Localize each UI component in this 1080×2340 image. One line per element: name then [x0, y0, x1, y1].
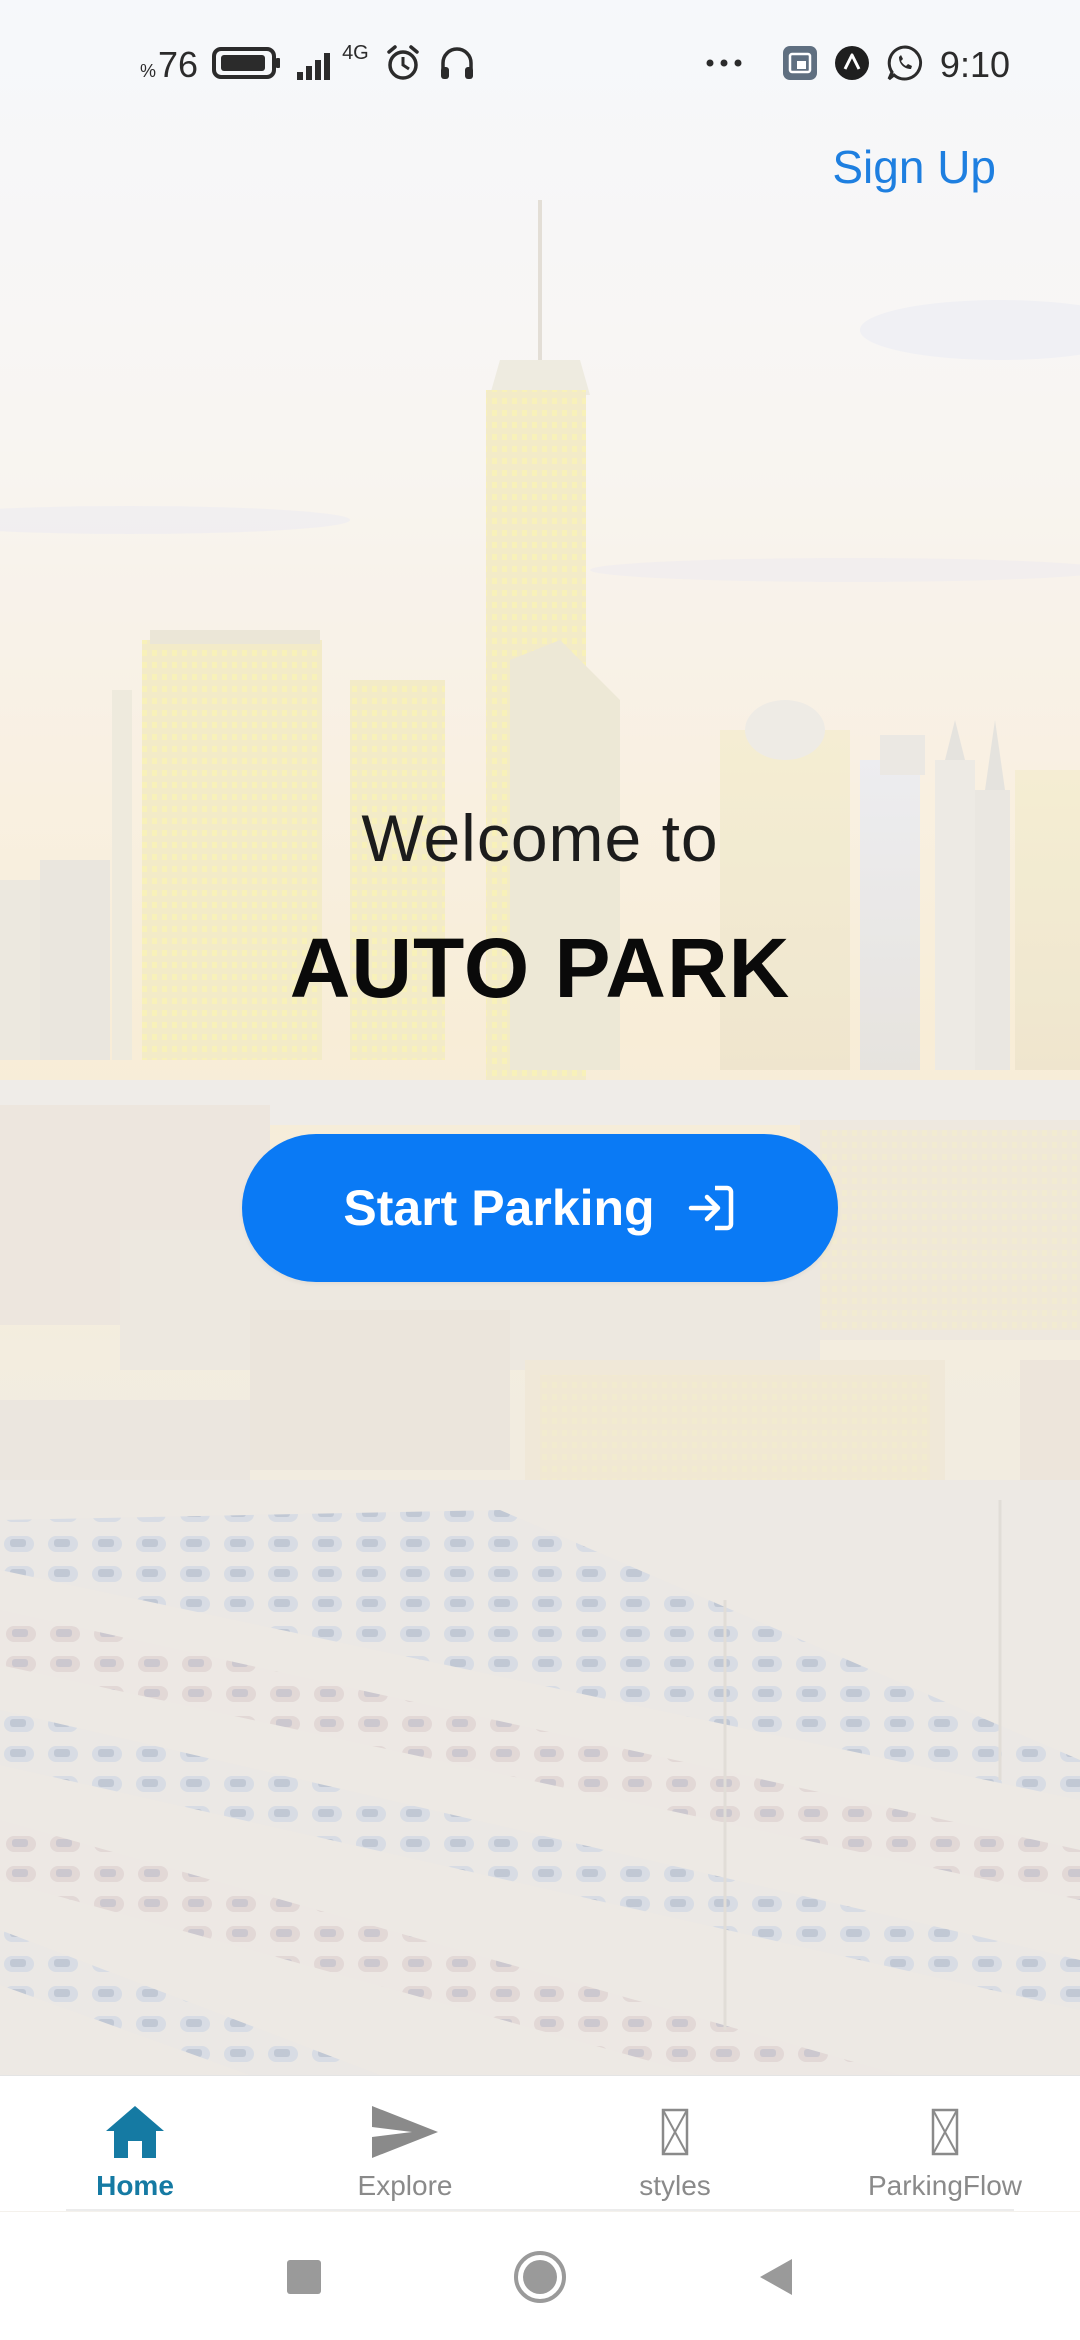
circle-icon	[514, 2251, 566, 2303]
home-nav-button[interactable]	[500, 2242, 580, 2312]
start-parking-button[interactable]: Start Parking	[242, 1134, 838, 1282]
navigation-app-icon	[834, 45, 870, 86]
tab-parkingflow-label: ParkingFlow	[867, 2170, 1023, 2201]
background-overlay	[0, 0, 1080, 2075]
app-screen: %76 4G 9:10 Sign Up Welcome to AUTO PARK…	[0, 0, 1080, 2340]
missing-glyph-icon	[660, 2100, 690, 2164]
alarm-clock-icon	[383, 43, 423, 88]
status-bar-left: %76 4G	[140, 40, 477, 90]
system-navigation-bar	[0, 2212, 1080, 2340]
app-title: AUTO PARK	[289, 921, 791, 1015]
missing-glyph-icon	[930, 2100, 960, 2164]
tab-styles[interactable]: styles	[540, 2076, 810, 2211]
welcome-text: Welcome to	[361, 801, 719, 875]
tab-bar-divider	[66, 2209, 1014, 2211]
battery-icon	[212, 46, 282, 85]
login-arrow-icon	[685, 1182, 737, 1234]
tab-explore[interactable]: Explore	[270, 2076, 540, 2211]
square-icon	[287, 2260, 321, 2294]
signal-strength-icon	[296, 48, 338, 82]
send-icon	[370, 2100, 440, 2164]
signup-link[interactable]: Sign Up	[832, 140, 996, 194]
recent-apps-button[interactable]	[264, 2242, 344, 2312]
back-triangle-icon	[760, 2259, 792, 2295]
tab-home-label: Home	[96, 2170, 174, 2201]
start-parking-label: Start Parking	[343, 1180, 655, 1236]
tab-styles-label: styles	[639, 2170, 711, 2201]
city-parking-background	[0, 0, 1080, 2075]
network-type-label: 4G	[342, 42, 369, 64]
more-notifications-icon	[704, 56, 744, 74]
home-icon	[103, 2100, 167, 2164]
tab-home[interactable]: Home	[0, 2076, 270, 2211]
whatsapp-icon	[886, 44, 924, 87]
headphones-icon	[437, 43, 477, 88]
tab-explore-label: Explore	[357, 2170, 453, 2201]
status-bar-right: 9:10	[704, 40, 1010, 90]
bottom-tab-bar: Home Explore styles ParkingFlow	[0, 2075, 1080, 2211]
clock-time: 9:10	[939, 44, 1010, 85]
battery-percentage: %76	[140, 44, 198, 86]
tab-parkingflow[interactable]: ParkingFlow	[810, 2076, 1080, 2211]
status-bar: %76 4G 9:10	[0, 0, 1080, 130]
app-notification-icon	[782, 45, 818, 86]
battery-level-text: 76	[158, 44, 199, 85]
battery-percent-sign: %	[140, 61, 157, 81]
back-nav-button[interactable]	[736, 2242, 816, 2312]
